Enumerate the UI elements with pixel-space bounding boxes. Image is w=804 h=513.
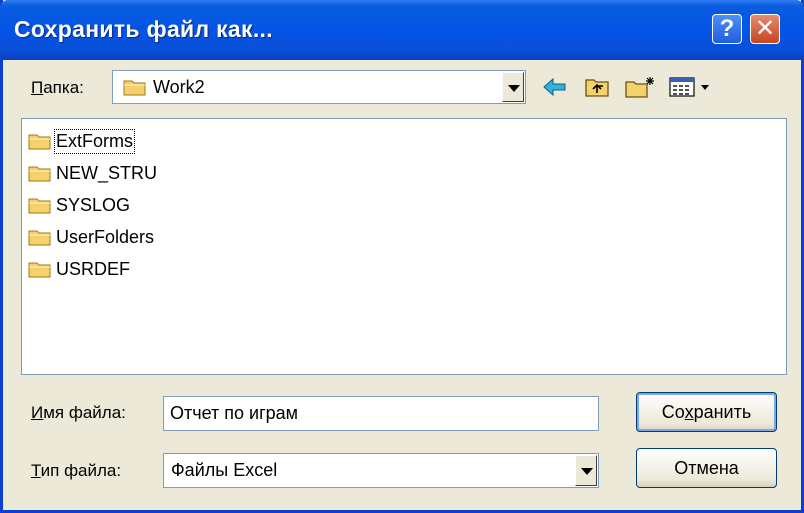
close-button[interactable]: ✕ [750, 14, 780, 44]
folder-dropdown[interactable]: Work2 [112, 70, 526, 104]
close-icon: ✕ [754, 15, 776, 42]
view-menu-icon [669, 77, 709, 97]
filetype-dropdown-arrow[interactable] [575, 455, 597, 486]
help-button[interactable]: ? [712, 14, 742, 44]
folder-icon [28, 230, 51, 246]
window-title: Сохранить файл как... [14, 16, 273, 42]
filetype-label: Тип файла: [31, 461, 122, 480]
save-as-dialog: Сохранить файл как... ? ✕ Папка: Work2 E… [0, 0, 804, 513]
new-folder-icon[interactable] [623, 75, 657, 99]
view-menu-button[interactable] [667, 75, 715, 99]
list-item-label: UserFolders [56, 227, 155, 247]
list-item-label: NEW_STRU [56, 163, 158, 183]
list-item-label: ExtForms [53, 129, 136, 154]
help-icon: ? [719, 15, 735, 42]
folder-icon [28, 198, 51, 214]
filetype-dropdown[interactable]: Файлы Excel [163, 453, 599, 488]
save-button[interactable]: Сохранить [636, 392, 777, 432]
cancel-button[interactable]: Отмена [636, 448, 777, 488]
filename-label: Имя файла: [31, 403, 126, 422]
file-list[interactable]: ExtForms NEW_STRU SYSLOG UserFolders USR… [21, 118, 787, 375]
back-arrow-icon[interactable] [541, 75, 569, 99]
filename-input[interactable] [163, 396, 599, 431]
folder-dropdown-arrow[interactable] [502, 72, 524, 102]
up-folder-icon[interactable] [583, 75, 611, 99]
title-bar[interactable]: Сохранить файл как... ? ✕ [0, 0, 804, 60]
folder-icon [28, 134, 51, 150]
folder-label: Папка: [31, 78, 84, 97]
folder-icon [28, 262, 51, 278]
list-item-label: USRDEF [56, 259, 131, 279]
filetype-value: Файлы Excel [171, 460, 278, 480]
folder-icon [123, 80, 146, 96]
list-item-label: SYSLOG [56, 195, 131, 215]
folder-icon [28, 166, 51, 182]
folder-current: Work2 [153, 77, 205, 97]
